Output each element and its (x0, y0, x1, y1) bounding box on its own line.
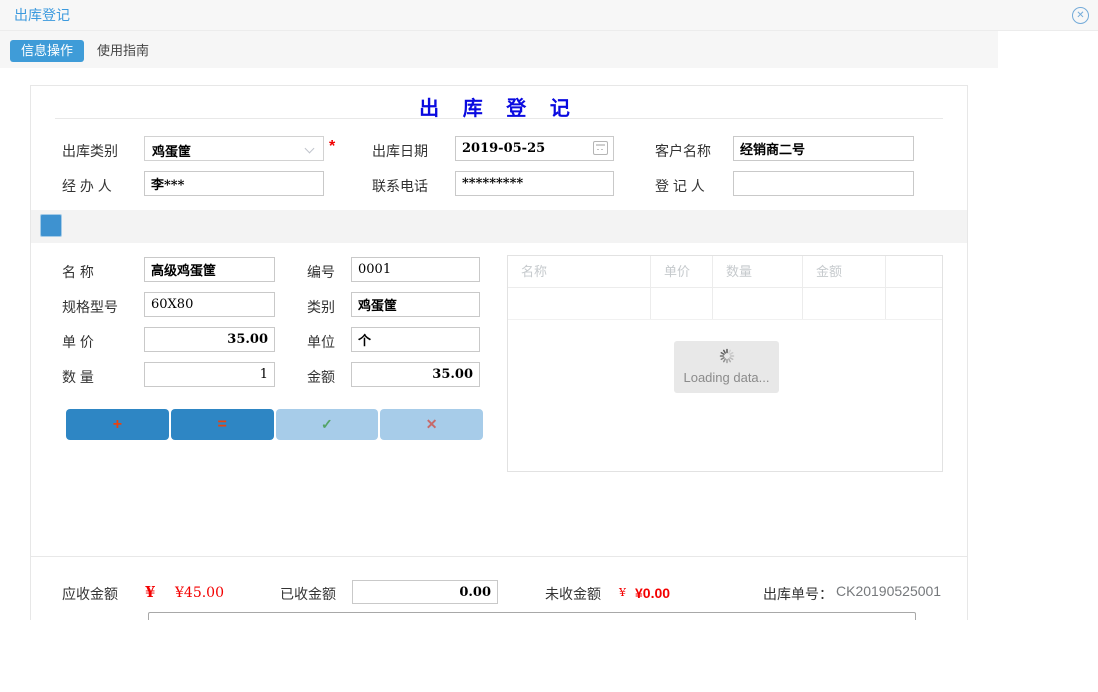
order-no-value: CK20190525001 (836, 583, 941, 599)
phone-label: 联系电话 (372, 176, 428, 196)
blue-square-button[interactable] (40, 214, 62, 237)
registrar-input[interactable] (733, 171, 914, 196)
item-name-label: 名 称 (62, 262, 94, 282)
tab-user-guide[interactable]: 使用指南 (97, 40, 149, 62)
phone-input[interactable] (455, 171, 614, 196)
item-category-input[interactable] (351, 292, 480, 317)
handler-label: 经 办 人 (62, 176, 112, 196)
order-no-label: 出库单号： (763, 584, 833, 604)
col-header-amount: 金额 (803, 256, 886, 287)
out-date-label: 出库日期 (372, 141, 428, 161)
required-asterisk: * (329, 138, 335, 156)
col-header-price: 单价 (651, 256, 713, 287)
window-titlebar: 出库登记 ✕ (0, 0, 1098, 31)
customer-label: 客户名称 (655, 141, 711, 161)
header-divider (55, 118, 943, 119)
item-code-input[interactable] (351, 257, 480, 282)
out-type-value: 鸡蛋筐 (152, 141, 191, 160)
cancel-button[interactable]: ✕ (380, 409, 483, 440)
item-action-buttons: + = ✓ ✕ (66, 409, 483, 440)
item-price-label: 单 价 (62, 332, 94, 352)
window-title: 出库登记 (14, 0, 70, 30)
unreceived-currency: ¥ (619, 586, 626, 599)
item-unit-label: 单位 (307, 332, 335, 352)
tab-info-operation[interactable]: 信息操作 (10, 40, 84, 62)
handler-input[interactable] (144, 171, 324, 196)
chevron-down-icon (305, 144, 315, 154)
table-row (508, 288, 942, 320)
received-input[interactable] (352, 580, 498, 604)
receivable-currency: ¥ (145, 583, 155, 601)
item-spec-input[interactable] (144, 292, 275, 317)
customer-input[interactable] (733, 136, 914, 161)
col-header-qty: 数量 (713, 256, 803, 287)
remove-item-button[interactable]: = (171, 409, 274, 440)
spinner-icon (719, 348, 735, 364)
item-price-input[interactable] (144, 327, 275, 352)
unreceived-label: 未收金额 (545, 584, 601, 604)
remarks-box[interactable] (148, 612, 916, 620)
loading-text: Loading data... (674, 370, 779, 385)
item-qty-label: 数 量 (62, 367, 94, 387)
outbound-registration-dialog: 出库登记 ✕ 信息操作 使用指南 出 库 登 记 出库类别 鸡蛋筐 * 出库日期 (0, 0, 1098, 692)
item-unit-input[interactable] (351, 327, 480, 352)
summary-divider (31, 556, 967, 557)
out-type-label: 出库类别 (62, 141, 118, 161)
form-panel: 出 库 登 记 出库类别 鸡蛋筐 * 出库日期 客户名称 经 办 人 联系电话 … (30, 85, 968, 620)
received-label: 已收金额 (280, 584, 336, 604)
dialog-content: 信息操作 使用指南 出 库 登 记 出库类别 鸡蛋筐 * 出库日期 客户名称 经… (0, 31, 998, 620)
out-date-input[interactable] (455, 136, 614, 161)
tabstrip: 信息操作 使用指南 (0, 31, 998, 68)
out-date-field (455, 136, 614, 161)
items-table-header: 名称 单价 数量 金额 (508, 256, 942, 288)
receivable-label: 应收金额 (62, 584, 118, 604)
item-qty-input[interactable] (144, 362, 275, 387)
item-name-input[interactable] (144, 257, 275, 282)
loading-indicator: Loading data... (674, 341, 779, 393)
receivable-amount: ¥45.00 (175, 585, 224, 601)
item-code-label: 编号 (307, 262, 335, 282)
confirm-button[interactable]: ✓ (276, 409, 379, 440)
out-type-select[interactable]: 鸡蛋筐 (144, 136, 324, 161)
toolbar-band (31, 210, 967, 243)
add-item-button[interactable]: + (66, 409, 169, 440)
close-icon[interactable]: ✕ (1072, 7, 1089, 24)
col-header-name: 名称 (508, 256, 651, 287)
unreceived-amount: ¥0.00 (635, 585, 670, 601)
item-amount-input[interactable] (351, 362, 480, 387)
col-header-extra (886, 256, 942, 287)
calendar-icon[interactable] (593, 141, 608, 155)
items-table: 名称 单价 数量 金额 (507, 255, 943, 472)
form-title: 出 库 登 记 (31, 92, 967, 121)
item-spec-label: 规格型号 (62, 297, 118, 317)
item-category-label: 类别 (307, 297, 335, 317)
item-amount-label: 金额 (307, 367, 335, 387)
registrar-label: 登 记 人 (655, 176, 705, 196)
